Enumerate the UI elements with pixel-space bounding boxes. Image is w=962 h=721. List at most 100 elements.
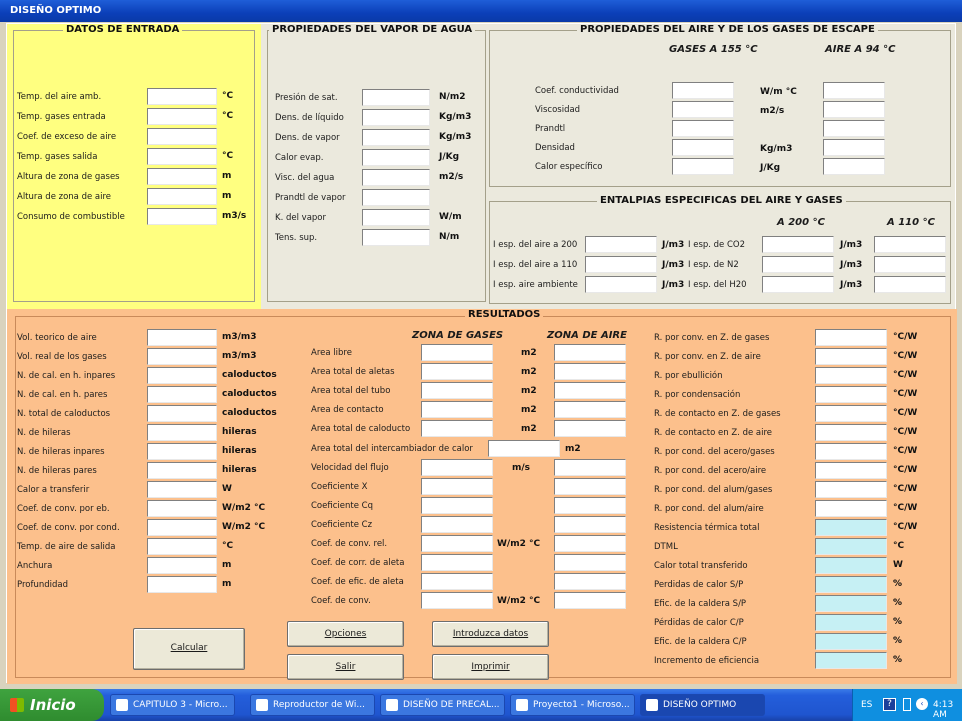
vapor-row-4-field[interactable]	[362, 169, 430, 186]
res-right-6-field[interactable]	[815, 443, 887, 460]
res-mid-1-aire-field[interactable]	[554, 363, 626, 380]
aire-row-3-aire-field[interactable]	[823, 139, 885, 156]
vapor-row-5-field[interactable]	[362, 189, 430, 206]
ent-left-1-field[interactable]	[585, 256, 657, 273]
datos-row-4-field[interactable]	[147, 168, 217, 185]
res-left-3-field[interactable]	[147, 386, 217, 403]
res-right-0-field[interactable]	[815, 329, 887, 346]
res-mid-4-aire-field[interactable]	[554, 420, 626, 437]
aire-row-1-aire-field[interactable]	[823, 101, 885, 118]
res-right-12-field[interactable]	[815, 557, 887, 574]
aire-row-4-aire-field[interactable]	[823, 158, 885, 175]
res-mid2-5-aire-field[interactable]	[554, 554, 626, 571]
res-mid2-4-gases-field[interactable]	[421, 535, 493, 552]
vapor-row-7-field[interactable]	[362, 229, 430, 246]
res-mid-1-gases-field[interactable]	[421, 363, 493, 380]
res-right-5-field[interactable]	[815, 424, 887, 441]
vapor-row-3-field[interactable]	[362, 149, 430, 166]
taskbar-item-2[interactable]: DISEÑO DE PRECAL...	[380, 694, 505, 716]
res-left-11-field[interactable]	[147, 538, 217, 555]
ent-right-0-field-2[interactable]	[874, 236, 946, 253]
res-left-9-field[interactable]	[147, 500, 217, 517]
res-right-10-field[interactable]	[815, 519, 887, 536]
res-mid2-0-aire-field[interactable]	[554, 459, 626, 476]
network-icon[interactable]	[903, 698, 911, 711]
ent-left-2-field[interactable]	[585, 276, 657, 293]
res-mid2-4-aire-field[interactable]	[554, 535, 626, 552]
datos-row-5-field[interactable]	[147, 188, 217, 205]
res-left-13-field[interactable]	[147, 576, 217, 593]
res-mid2-5-gases-field[interactable]	[421, 554, 493, 571]
datos-row-3-field[interactable]	[147, 148, 217, 165]
res-right-4-field[interactable]	[815, 405, 887, 422]
res-mid2-0-gases-field[interactable]	[421, 459, 493, 476]
vapor-row-0-field[interactable]	[362, 89, 430, 106]
ent-right-0-field-1[interactable]	[762, 236, 834, 253]
res-left-2-field[interactable]	[147, 367, 217, 384]
datos-row-0-field[interactable]	[147, 88, 217, 105]
help-icon[interactable]: ?	[883, 698, 896, 711]
taskbar-item-0[interactable]: CAPITULO 3 - Micro...	[110, 694, 235, 716]
taskbar-item-4[interactable]: DISEÑO OPTIMO	[640, 694, 765, 716]
salir-button[interactable]: Salir	[287, 654, 404, 680]
res-right-13-field[interactable]	[815, 576, 887, 593]
taskbar-item-3[interactable]: Proyecto1 - Microso...	[510, 694, 635, 716]
res-mid-4-gases-field[interactable]	[421, 420, 493, 437]
res-left-5-field[interactable]	[147, 424, 217, 441]
res-right-14-field[interactable]	[815, 595, 887, 612]
opciones-button[interactable]: Opciones	[287, 621, 404, 647]
res-intercambiador-field[interactable]	[488, 440, 560, 457]
res-mid-2-gases-field[interactable]	[421, 382, 493, 399]
ent-right-2-field-1[interactable]	[762, 276, 834, 293]
res-mid-3-aire-field[interactable]	[554, 401, 626, 418]
res-mid2-3-aire-field[interactable]	[554, 516, 626, 533]
aire-row-4-gases-field[interactable]	[672, 158, 734, 175]
res-left-12-field[interactable]	[147, 557, 217, 574]
calcular-button[interactable]: Calcular	[133, 628, 245, 670]
introduzca-datos-button[interactable]: Introduzca datos	[432, 621, 549, 647]
res-mid2-7-aire-field[interactable]	[554, 592, 626, 609]
vapor-row-6-field[interactable]	[362, 209, 430, 226]
language-indicator[interactable]: ES	[861, 700, 872, 710]
taskbar-item-1[interactable]: Reproductor de Wi...	[250, 694, 375, 716]
res-right-7-field[interactable]	[815, 462, 887, 479]
vapor-row-1-field[interactable]	[362, 109, 430, 126]
res-left-4-field[interactable]	[147, 405, 217, 422]
res-mid-2-aire-field[interactable]	[554, 382, 626, 399]
res-mid2-2-gases-field[interactable]	[421, 497, 493, 514]
res-right-9-field[interactable]	[815, 500, 887, 517]
res-right-17-field[interactable]	[815, 652, 887, 669]
window-title-bar[interactable]: DISEÑO OPTIMO	[0, 0, 962, 22]
res-right-15-field[interactable]	[815, 614, 887, 631]
res-right-2-field[interactable]	[815, 367, 887, 384]
res-left-7-field[interactable]	[147, 462, 217, 479]
vapor-row-2-field[interactable]	[362, 129, 430, 146]
res-mid2-2-aire-field[interactable]	[554, 497, 626, 514]
res-mid2-3-gases-field[interactable]	[421, 516, 493, 533]
aire-row-1-gases-field[interactable]	[672, 101, 734, 118]
res-left-10-field[interactable]	[147, 519, 217, 536]
start-button[interactable]: Inicio	[0, 689, 104, 721]
res-right-1-field[interactable]	[815, 348, 887, 365]
res-mid-0-aire-field[interactable]	[554, 344, 626, 361]
res-mid2-1-gases-field[interactable]	[421, 478, 493, 495]
res-right-16-field[interactable]	[815, 633, 887, 650]
aire-row-2-gases-field[interactable]	[672, 120, 734, 137]
res-right-8-field[interactable]	[815, 481, 887, 498]
ent-right-1-field-2[interactable]	[874, 256, 946, 273]
ent-left-0-field[interactable]	[585, 236, 657, 253]
datos-row-6-field[interactable]	[147, 208, 217, 225]
res-mid2-7-gases-field[interactable]	[421, 592, 493, 609]
res-left-1-field[interactable]	[147, 348, 217, 365]
res-right-11-field[interactable]	[815, 538, 887, 555]
res-left-0-field[interactable]	[147, 329, 217, 346]
ent-right-2-field-2[interactable]	[874, 276, 946, 293]
datos-row-2-field[interactable]	[147, 128, 217, 145]
res-mid2-1-aire-field[interactable]	[554, 478, 626, 495]
aire-row-3-gases-field[interactable]	[672, 139, 734, 156]
aire-row-0-gases-field[interactable]	[672, 82, 734, 99]
res-mid-0-gases-field[interactable]	[421, 344, 493, 361]
ent-right-1-field-1[interactable]	[762, 256, 834, 273]
res-left-8-field[interactable]	[147, 481, 217, 498]
aire-row-2-aire-field[interactable]	[823, 120, 885, 137]
